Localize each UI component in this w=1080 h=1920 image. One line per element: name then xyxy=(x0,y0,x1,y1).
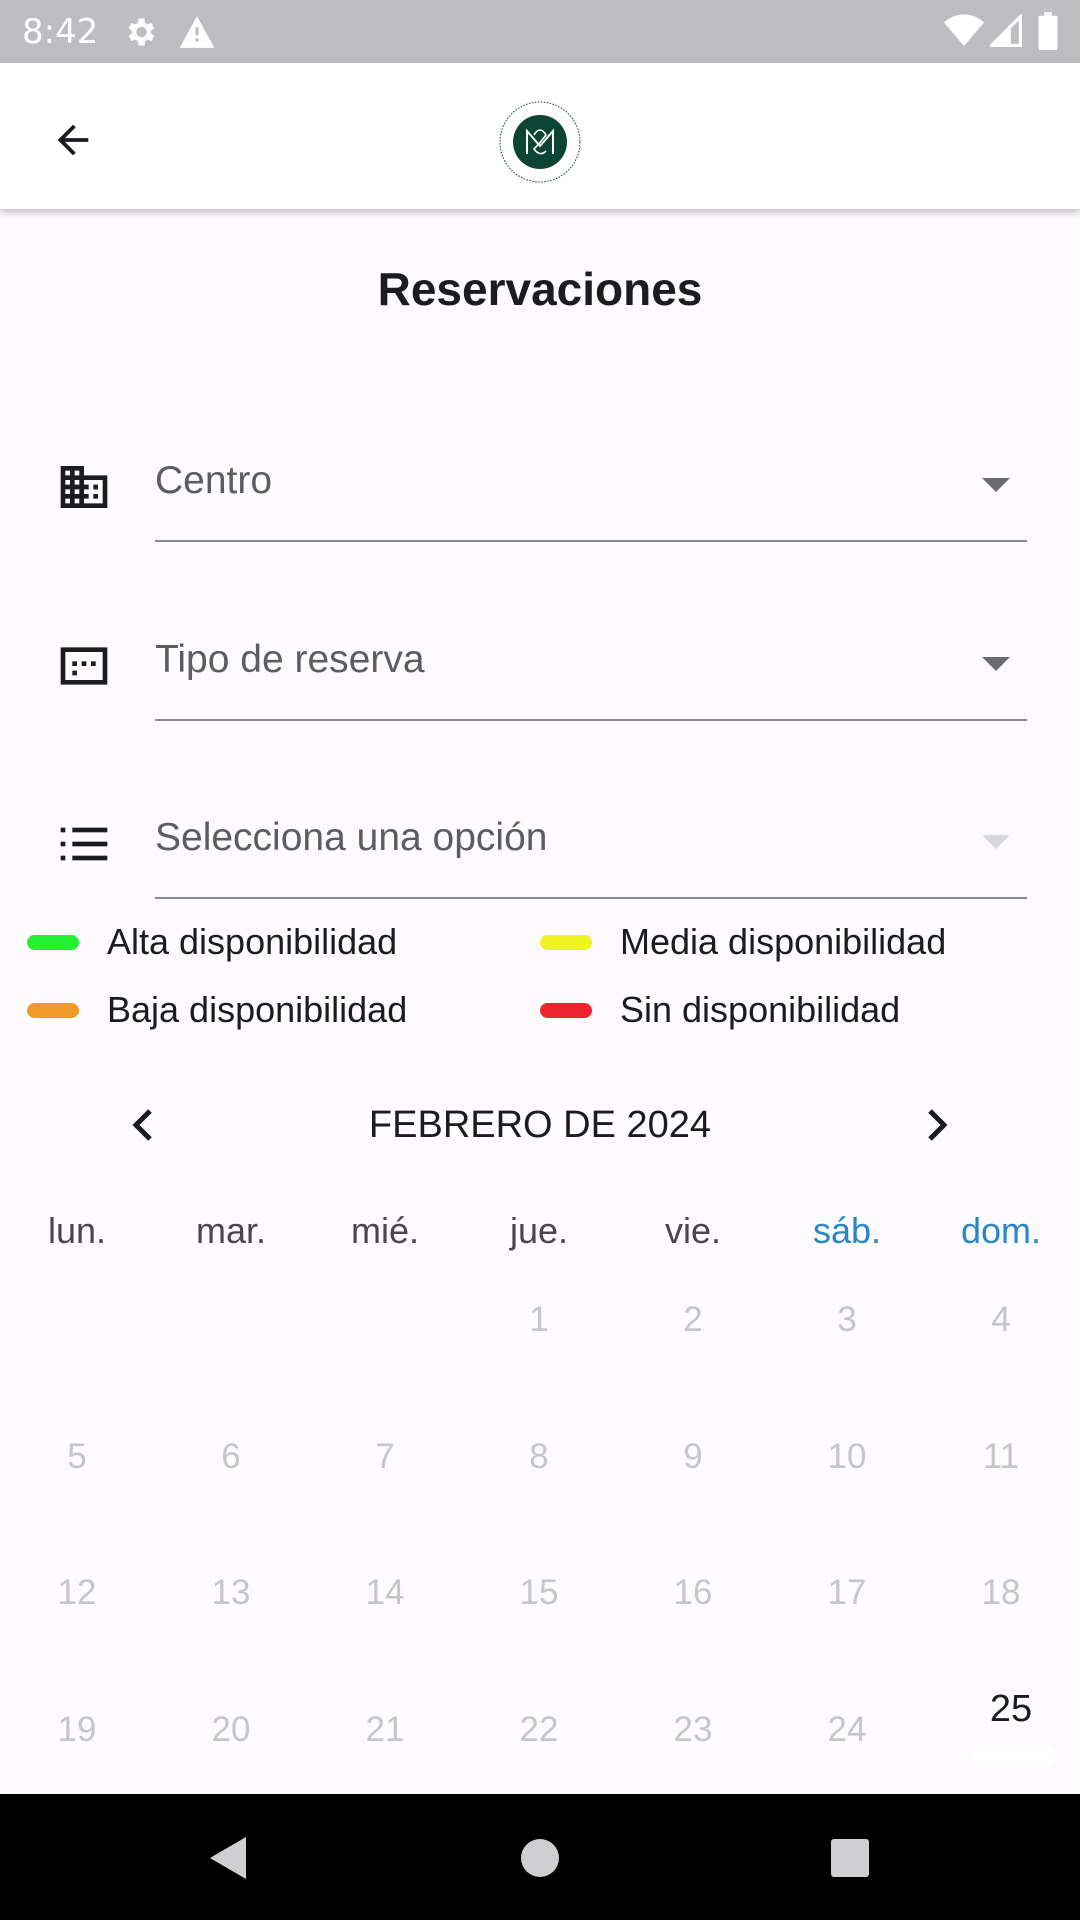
status-time: 8:42 xyxy=(22,12,99,52)
chevron-down-icon xyxy=(982,657,1010,673)
weekday-label: lun. xyxy=(47,1210,107,1251)
warning-icon xyxy=(178,14,216,55)
legend-label: Alta disponibilidad xyxy=(107,921,398,962)
opcion-dropdown[interactable]: Selecciona una opción xyxy=(0,790,1080,900)
nav-back-button[interactable] xyxy=(200,1830,256,1886)
chevron-down-icon xyxy=(982,478,1010,494)
back-button[interactable] xyxy=(40,107,106,173)
recents-square-icon xyxy=(831,1839,869,1877)
calendar-day[interactable]: 20 xyxy=(154,1710,308,1750)
calendar-day[interactable]: 21 xyxy=(308,1710,462,1750)
status-bar: 8:42 xyxy=(0,0,1080,63)
today-indicator xyxy=(972,1746,1054,1766)
weekday-label: sáb. xyxy=(812,1210,882,1251)
calendar-day[interactable]: 14 xyxy=(308,1573,462,1613)
weekday-label: dom. xyxy=(960,1210,1042,1251)
calendar-day[interactable]: 11 xyxy=(924,1437,1078,1477)
next-month-button[interactable] xyxy=(912,1100,962,1150)
reservations-screen: 8:42 Reservaciones Centro Tipo de reserv… xyxy=(0,0,1080,1920)
legend-swatch xyxy=(27,1003,79,1018)
arrow-left-icon xyxy=(57,124,89,156)
calendar-day[interactable]: 3 xyxy=(770,1300,924,1340)
nav-recents-button[interactable] xyxy=(822,1830,878,1886)
building-icon xyxy=(56,459,112,515)
wifi-icon xyxy=(944,14,984,53)
legend-label: Sin disponibilidad xyxy=(620,989,901,1030)
weekday-label: mar. xyxy=(195,1210,266,1251)
tipo-reserva-placeholder: Tipo de reserva xyxy=(155,638,425,681)
calendar-day[interactable]: 16 xyxy=(616,1573,770,1613)
calendar-day[interactable]: 23 xyxy=(616,1710,770,1750)
gear-icon xyxy=(122,14,158,55)
calendar-day[interactable]: 13 xyxy=(154,1573,308,1613)
legend-swatch xyxy=(540,1003,592,1018)
weekday-label: jue. xyxy=(509,1210,569,1251)
calendar-day[interactable]: 18 xyxy=(924,1573,1078,1613)
calendar-day[interactable]: 17 xyxy=(770,1573,924,1613)
calendar-day[interactable]: 6 xyxy=(154,1437,308,1477)
ticket-icon xyxy=(56,638,112,694)
centro-placeholder: Centro xyxy=(155,459,273,502)
field-underline xyxy=(155,897,1027,899)
legend-swatch xyxy=(27,935,79,950)
chevron-left-icon xyxy=(132,1109,152,1141)
chevron-right-icon xyxy=(928,1109,948,1141)
legend-label: Baja disponibilidad xyxy=(107,989,408,1030)
legend-swatch xyxy=(540,935,592,950)
nav-home-button[interactable] xyxy=(512,1830,568,1886)
calendar-day[interactable]: 5 xyxy=(0,1437,154,1477)
calendar-day[interactable]: 15 xyxy=(462,1573,616,1613)
app-bar xyxy=(0,63,1080,209)
chevron-down-icon xyxy=(982,835,1010,851)
calendar-day-today[interactable]: 25 xyxy=(934,1688,1080,1731)
brand-logo xyxy=(497,99,583,185)
weekday-label: vie. xyxy=(664,1210,722,1251)
legend-label: Media disponibilidad xyxy=(620,921,947,962)
opcion-placeholder: Selecciona una opción xyxy=(155,816,548,859)
calendar-day[interactable]: 24 xyxy=(770,1710,924,1750)
calendar-day[interactable]: 9 xyxy=(616,1437,770,1477)
calendar-day[interactable]: 1 xyxy=(462,1300,616,1340)
field-underline xyxy=(155,540,1027,542)
signal-icon xyxy=(987,12,1022,53)
back-triangle-icon xyxy=(210,1837,246,1879)
calendar-day[interactable]: 12 xyxy=(0,1573,154,1613)
calendar-day[interactable]: 22 xyxy=(462,1710,616,1750)
centro-dropdown[interactable]: Centro xyxy=(0,433,1080,543)
battery-icon xyxy=(1038,12,1058,55)
weekday-label: mié. xyxy=(350,1210,419,1251)
calendar-day[interactable]: 2 xyxy=(616,1300,770,1340)
list-icon xyxy=(56,816,112,872)
calendar-day[interactable]: 7 xyxy=(308,1437,462,1477)
tipo-reserva-dropdown[interactable]: Tipo de reserva xyxy=(0,612,1080,722)
calendar-day[interactable]: 10 xyxy=(770,1437,924,1477)
calendar-day[interactable]: 19 xyxy=(0,1710,154,1750)
page-title: Reservaciones xyxy=(377,263,703,315)
system-nav-bar xyxy=(0,1794,1080,1920)
previous-month-button[interactable] xyxy=(118,1100,168,1150)
calendar-day[interactable]: 4 xyxy=(924,1300,1078,1340)
home-circle-icon xyxy=(521,1839,559,1877)
field-underline xyxy=(155,719,1027,721)
calendar-day[interactable]: 8 xyxy=(462,1437,616,1477)
